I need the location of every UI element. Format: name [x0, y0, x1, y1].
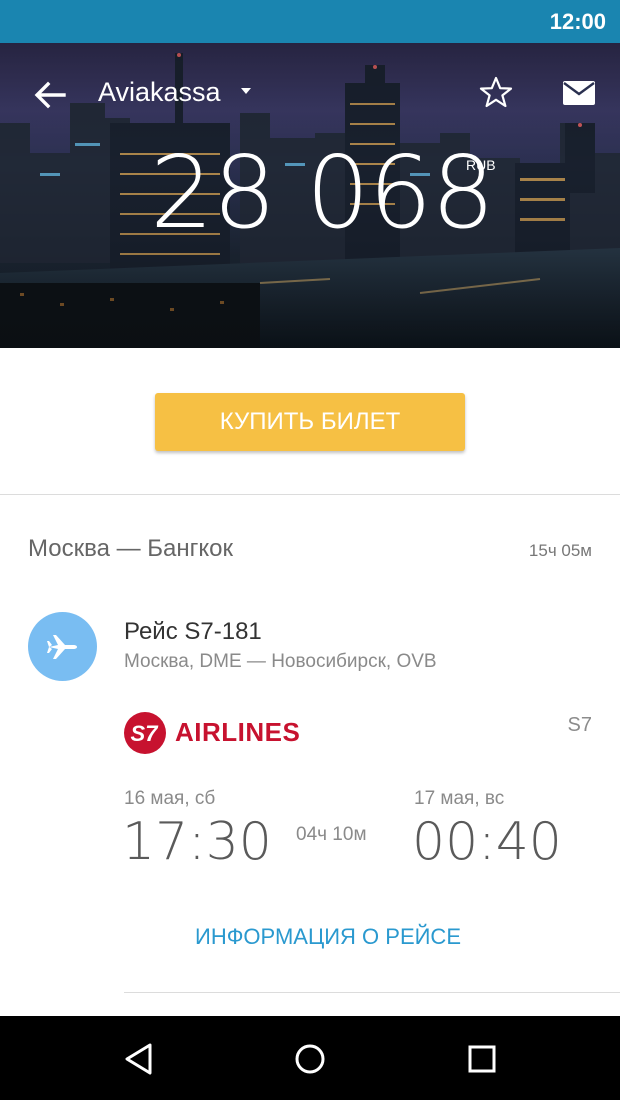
status-bar: 12:00	[0, 0, 620, 43]
caret-down-icon[interactable]	[240, 86, 252, 96]
price-value: 28 068	[150, 134, 495, 251]
flight-info-link[interactable]: ИНФОРМАЦИЯ О РЕЙСЕ	[0, 924, 620, 950]
square-recents-icon[interactable]	[468, 1045, 496, 1073]
departure-date: 16 мая, сб	[124, 788, 216, 809]
arrival-time: 00:40	[412, 812, 562, 872]
star-outline-icon[interactable]	[478, 75, 514, 111]
trip-total-duration: 15ч 05м	[528, 541, 592, 560]
divider	[124, 992, 620, 993]
mail-icon[interactable]	[562, 79, 596, 107]
arrow-left-icon[interactable]	[30, 75, 70, 115]
trip-route: Москва — Бангкок	[28, 535, 233, 562]
circle-home-icon[interactable]	[294, 1043, 326, 1075]
flight-number: Рейс S7-181	[124, 618, 262, 645]
airplane-icon	[47, 635, 77, 659]
divider	[0, 494, 620, 495]
status-time: 12:00	[549, 9, 606, 34]
triangle-back-icon[interactable]	[122, 1042, 154, 1076]
segment-route: Москва, DME — Новосибирск, OVB	[124, 651, 437, 672]
airline-code: S7	[567, 714, 592, 736]
segment-plane-badge	[28, 612, 97, 681]
price-currency: RUB	[466, 157, 496, 173]
s7-logo-text: S7	[131, 721, 160, 746]
airline-name: AIRLINES	[175, 717, 301, 747]
s7-airline-logo: S7	[124, 712, 166, 754]
buy-ticket-button[interactable]: КУПИТЬ БИЛЕТ	[155, 393, 465, 451]
toolbar-title[interactable]: Aviakassa	[98, 77, 221, 108]
hero-header: Aviakassa 28 068 RUB	[0, 43, 620, 348]
departure-time: 17:30	[122, 812, 272, 872]
arrival-date: 17 мая, вс	[414, 788, 505, 809]
segment-duration: 04ч 10м	[296, 824, 367, 845]
